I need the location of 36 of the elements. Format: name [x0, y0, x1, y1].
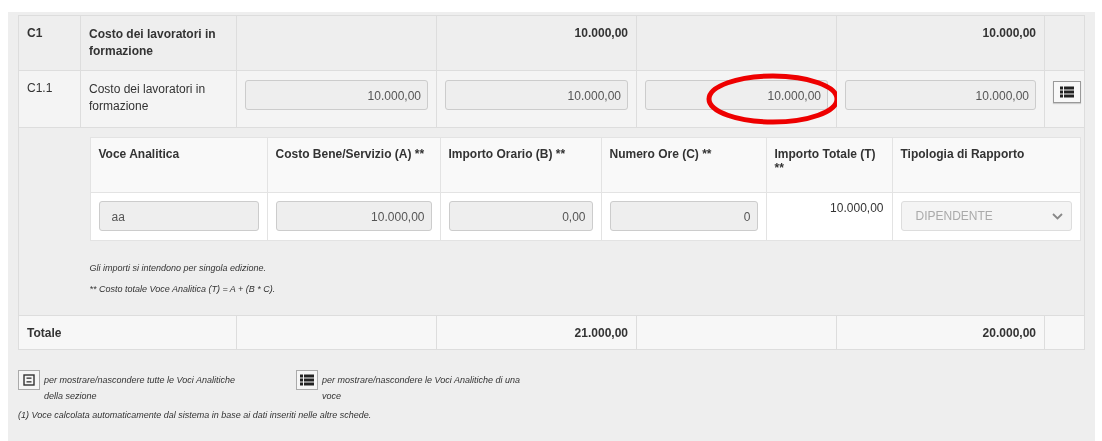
- voce-field[interactable]: aa: [98, 201, 259, 231]
- amount-text: 21.000,00: [574, 325, 628, 340]
- legend-text: per mostrare/nascondere le Voci Analitiche di una voce: [322, 374, 521, 403]
- total-label: Totale: [27, 325, 62, 340]
- amount-text: 10.000,00: [982, 26, 1036, 40]
- toggle-details-button[interactable]: [1053, 81, 1081, 103]
- row-description: Costo dei lavoratori in formazione: [89, 82, 206, 113]
- toggle-button[interactable]: [18, 370, 40, 390]
- toggle-button[interactable]: [296, 370, 318, 390]
- list-icon: [1060, 86, 1074, 98]
- amount-text: 20.000,00: [982, 325, 1036, 340]
- cost-field[interactable]: 10.000,00: [275, 201, 432, 231]
- collapse-icon: [23, 374, 35, 386]
- list-icon: [300, 374, 314, 386]
- column-header: Costo Bene/Servizio (A) **: [275, 147, 425, 161]
- chevron-icon: [1051, 212, 1063, 220]
- amount-field[interactable]: 10.000,00: [845, 80, 1036, 110]
- footnote-text: (1) Voce calcolata automaticamente dal sistema in base ai dati inseriti nelle altre schede.: [18, 410, 372, 420]
- amount-field[interactable]: 10.000,00: [445, 80, 628, 110]
- amount-text: 10.000,00: [574, 26, 628, 40]
- column-header: Importo Orario (B) **: [448, 147, 566, 161]
- legend-text: per mostrare/nascondere tutte le Voci Analitiche della sezione: [44, 374, 236, 403]
- hours-field[interactable]: 0: [609, 201, 758, 231]
- row-code: C1: [27, 26, 43, 40]
- note-text: Gli importi si intendono per singola edizione.: [89, 263, 267, 273]
- column-header: Importo Totale (T) **: [774, 147, 876, 175]
- column-header: Tipologia di Rapporto: [900, 147, 1025, 161]
- row-description: Costo dei lavoratori in formazione: [89, 27, 216, 58]
- amount-field[interactable]: 10.000,00: [645, 80, 828, 110]
- total-amount: 10.000,00: [830, 201, 884, 215]
- note-text: ** Costo totale Voce Analitica (T) = A + (B * C).: [89, 284, 276, 294]
- row-code: C1.1: [27, 81, 53, 95]
- column-header: Voce Analitica: [98, 147, 180, 161]
- column-header: Numero Ore (C) **: [609, 147, 712, 161]
- amount-field[interactable]: 10.000,00: [245, 80, 428, 110]
- hourly-rate-field[interactable]: 0,00: [448, 201, 593, 231]
